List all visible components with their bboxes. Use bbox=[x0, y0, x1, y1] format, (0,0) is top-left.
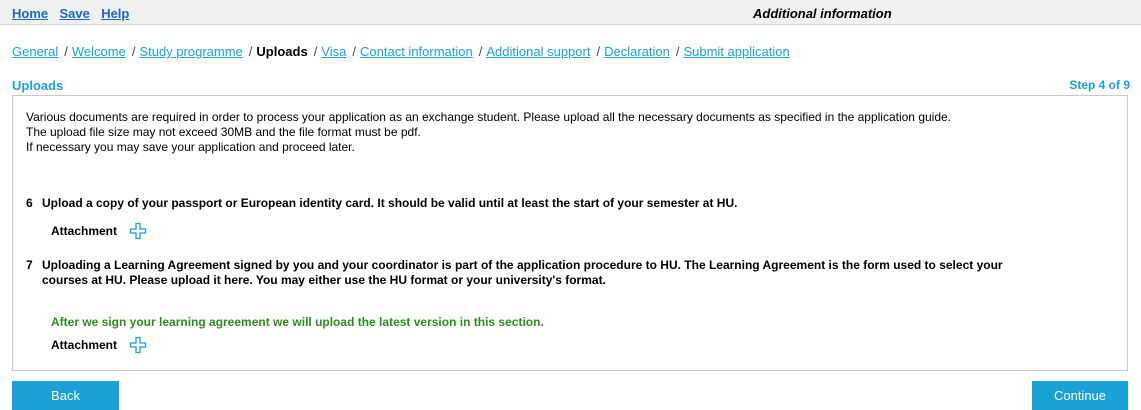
top-links: Home Save Help bbox=[12, 6, 137, 21]
page-header-title: Additional information bbox=[753, 6, 892, 21]
help-link[interactable]: Help bbox=[101, 6, 129, 21]
plus-icon[interactable] bbox=[129, 336, 147, 354]
breadcrumb-study-programme[interactable]: Study programme bbox=[139, 44, 242, 59]
learning-agreement-note: After we sign your learning agreement we… bbox=[51, 315, 544, 329]
attachment-label: Attachment bbox=[51, 224, 118, 238]
breadcrumb-welcome[interactable]: Welcome bbox=[72, 44, 126, 59]
question-text: Uploading a Learning Agreement signed by… bbox=[42, 258, 1003, 287]
breadcrumb-separator: / bbox=[313, 44, 318, 59]
question-number: 7 bbox=[26, 258, 33, 272]
breadcrumb-visa[interactable]: Visa bbox=[321, 44, 346, 59]
attachment-row-7: Attachment bbox=[51, 336, 147, 354]
attachment-row-6: Attachment bbox=[51, 222, 147, 240]
breadcrumb-uploads: Uploads bbox=[256, 44, 308, 59]
breadcrumb-contact-information[interactable]: Contact information bbox=[360, 44, 473, 59]
breadcrumb-general[interactable]: General bbox=[12, 44, 58, 59]
breadcrumb-separator: / bbox=[131, 44, 136, 59]
breadcrumb-separator: / bbox=[596, 44, 601, 59]
home-link[interactable]: Home bbox=[12, 6, 48, 21]
breadcrumb-separator: / bbox=[352, 44, 357, 59]
step-indicator: Step 4 of 9 bbox=[1069, 78, 1130, 92]
intro-line-3: If necessary you may save your applicati… bbox=[26, 140, 355, 154]
breadcrumb-separator: / bbox=[248, 44, 253, 59]
breadcrumb-separator: / bbox=[64, 44, 68, 59]
question-6: 6 Upload a copy of your passport or Euro… bbox=[26, 196, 1042, 211]
breadcrumb: General / Welcome / Study programme / Uploads /… bbox=[12, 44, 790, 59]
intro-text: Various documents are required in order … bbox=[26, 110, 1086, 155]
intro-line-1: Various documents are required in order … bbox=[26, 110, 952, 124]
plus-icon[interactable] bbox=[129, 222, 147, 240]
breadcrumb-declaration[interactable]: Declaration bbox=[604, 44, 670, 59]
section-title: Uploads bbox=[12, 78, 64, 93]
uploads-panel: Various documents are required in order … bbox=[12, 95, 1128, 371]
breadcrumb-separator: / bbox=[675, 44, 680, 59]
question-7: 7 Uploading a Learning Agreement signed … bbox=[26, 258, 1042, 288]
continue-button[interactable]: Continue bbox=[1032, 381, 1128, 410]
back-button[interactable]: Back bbox=[12, 381, 119, 410]
breadcrumb-submit-application[interactable]: Submit application bbox=[683, 44, 789, 59]
attachment-label: Attachment bbox=[51, 338, 118, 352]
breadcrumb-additional-support[interactable]: Additional support bbox=[486, 44, 590, 59]
intro-line-2: The upload file size may not exceed 30MB… bbox=[26, 125, 421, 139]
question-number: 6 bbox=[26, 196, 33, 210]
save-link[interactable]: Save bbox=[59, 6, 89, 21]
question-text: Upload a copy of your passport or Europe… bbox=[42, 196, 738, 210]
top-bar: Home Save Help Additional information bbox=[0, 0, 1141, 25]
breadcrumb-separator: / bbox=[478, 44, 483, 59]
